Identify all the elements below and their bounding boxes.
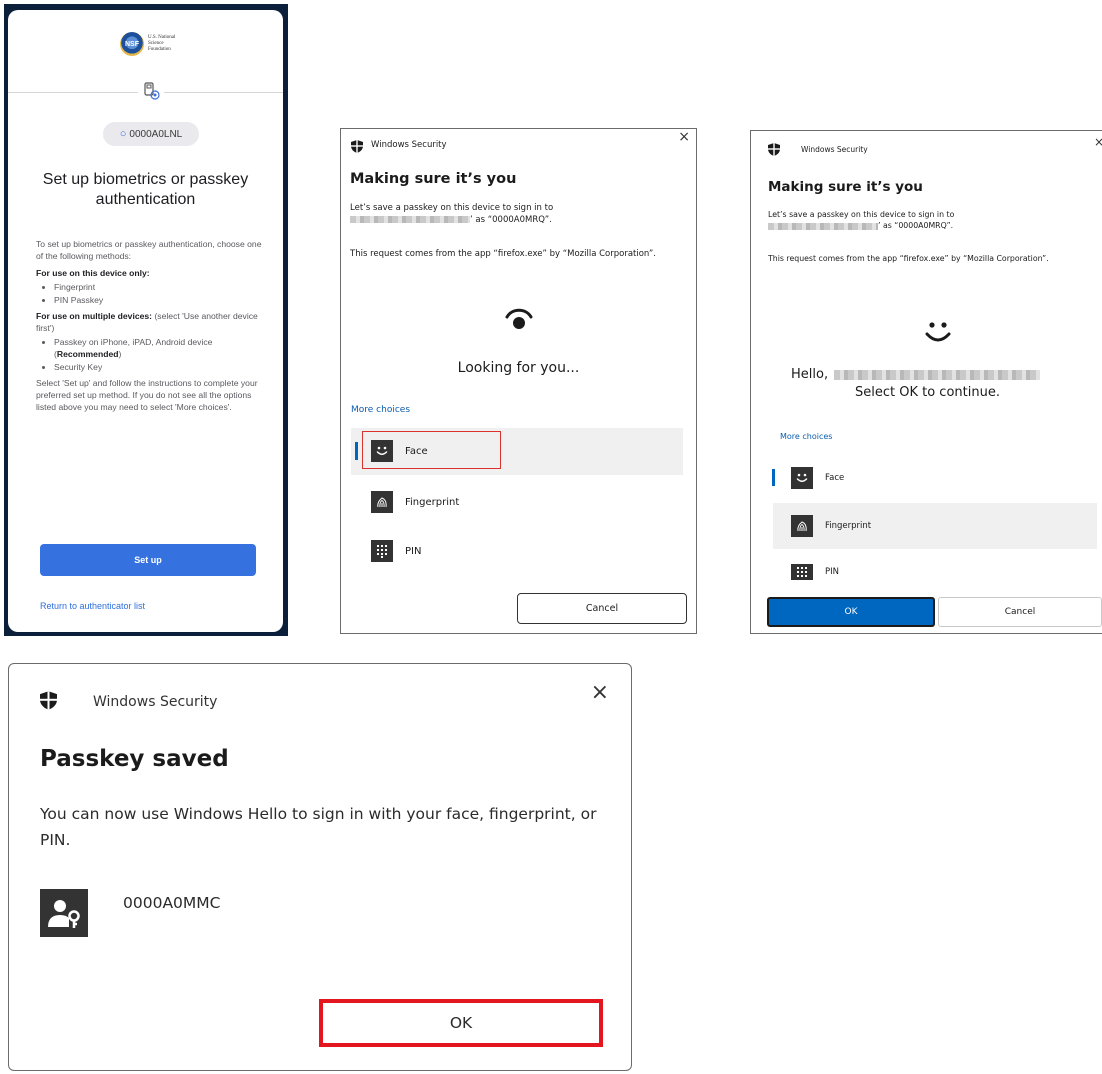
dialog-heading: Making sure it’s you (768, 179, 923, 195)
intro-text: To set up biometrics or passkey authenti… (36, 239, 262, 261)
face-icon (791, 467, 813, 489)
shield-icon (768, 143, 780, 156)
user-icon: ○ (119, 128, 127, 140)
redacted-user-name (834, 369, 1041, 380)
hello-greeting: Hello, (791, 367, 1041, 382)
list-item: Passkey on iPhone, iPAD, Android device … (54, 336, 268, 360)
list-item: Fingerprint (54, 281, 268, 293)
selected-indicator (355, 442, 358, 460)
dialog-title: Windows Security (371, 140, 447, 150)
status-text: Looking for you... (457, 360, 580, 376)
pin-option[interactable]: PIN (791, 564, 839, 580)
passkey-saved-message: You can now use Windows Hello to sign in… (40, 805, 597, 849)
nsf-logo-text: U.S. National Science Foundation (148, 35, 176, 52)
smile-face-icon (923, 319, 953, 349)
instructions-text: Select 'Set up' and follow the instructi… (36, 378, 258, 412)
set-up-button[interactable]: Set up (40, 544, 256, 576)
face-option-label: Face (825, 473, 845, 483)
username-pill: ○ 0000A0LNL (103, 122, 199, 146)
account-name: 0000A0MMC (123, 894, 221, 912)
fingerprint-option: Fingerprint (791, 515, 871, 537)
page-title: Set up biometrics or passkey authenticat… (42, 171, 249, 208)
list-item: PIN Passkey (54, 294, 268, 306)
username-label: 0000A0LNL (129, 128, 183, 140)
dialog-heading: Making sure it’s you (350, 171, 517, 187)
user-key-icon (48, 900, 80, 928)
return-to-authenticator-list-link[interactable]: Return to authenticator list (40, 601, 145, 611)
more-choices-link[interactable]: More choices (351, 405, 410, 415)
request-source-text: This request comes from the app “firefox… (350, 249, 656, 259)
ok-button[interactable]: OK (325, 1005, 597, 1041)
shield-icon (40, 691, 57, 710)
setup-card: NSF U.S. National Science Foundation ○ 0… (8, 10, 283, 632)
windows-security-dialog-passkey-saved: Windows Security × Passkey saved You can… (8, 663, 632, 1071)
dialog-title: Windows Security (801, 145, 868, 154)
fingerprint-icon (371, 491, 393, 513)
face-option-label: Face (405, 445, 428, 457)
face-icon (371, 440, 393, 462)
dialog-heading: Passkey saved (40, 746, 229, 772)
pin-keypad-icon (791, 564, 813, 580)
pin-option[interactable]: PIN (371, 540, 421, 562)
multi-device-heading: For use on multiple devices: (36, 311, 153, 321)
redacted-site (350, 216, 470, 223)
windows-security-dialog-looking: Windows Security × Making sure it’s you … (340, 128, 697, 634)
pin-option-label: PIN (825, 567, 839, 577)
close-button[interactable]: × (678, 129, 690, 145)
selected-indicator (772, 469, 775, 486)
shield-icon (351, 140, 363, 153)
passkey-authenticator-icon (138, 78, 164, 104)
more-choices-link[interactable]: More choices (780, 432, 832, 441)
face-option[interactable]: Face (791, 467, 844, 489)
cancel-button[interactable]: Cancel (938, 597, 1102, 627)
list-item: Security Key (54, 361, 268, 373)
device-only-list: Fingerprint PIN Passkey (54, 281, 268, 306)
close-button[interactable]: × (1094, 135, 1102, 149)
setup-instructions: To set up biometrics or passkey authenti… (36, 238, 268, 418)
ok-button[interactable]: OK (767, 597, 935, 627)
passkey-message: Let’s save a passkey on this device to s… (768, 210, 955, 230)
face-option: Face (371, 440, 428, 462)
fingerprint-option-label: Fingerprint (405, 496, 460, 508)
device-only-heading: For use on this device only: (36, 268, 150, 278)
cancel-button[interactable]: Cancel (517, 593, 687, 624)
pin-keypad-icon (371, 540, 393, 562)
continue-instruction: Select OK to continue. (855, 385, 1000, 400)
multi-device-list: Passkey on iPhone, iPAD, Android device … (54, 336, 268, 373)
pin-option-label: PIN (405, 545, 422, 557)
redacted-site (768, 222, 878, 230)
account-avatar (40, 889, 88, 937)
fingerprint-option-row[interactable]: Fingerprint (773, 503, 1097, 549)
passkey-message: Let’s save a passkey on this device to s… (350, 203, 554, 225)
okta-setup-panel: NSF U.S. National Science Foundation ○ 0… (4, 4, 288, 636)
fingerprint-icon (791, 515, 813, 537)
fingerprint-option[interactable]: Fingerprint (371, 491, 459, 513)
eye-icon (505, 307, 533, 335)
dialog-title: Windows Security (93, 694, 218, 710)
request-source-text: This request comes from the app “firefox… (768, 254, 1049, 263)
nsf-seal-icon: NSF (120, 32, 144, 56)
close-button[interactable]: × (591, 680, 609, 705)
nsf-logo: NSF U.S. National Science Foundation (120, 32, 175, 56)
fingerprint-option-label: Fingerprint (825, 521, 872, 531)
face-option-row[interactable]: Face (351, 428, 683, 475)
windows-security-dialog-hello: Windows Security × Making sure it’s you … (750, 130, 1102, 634)
